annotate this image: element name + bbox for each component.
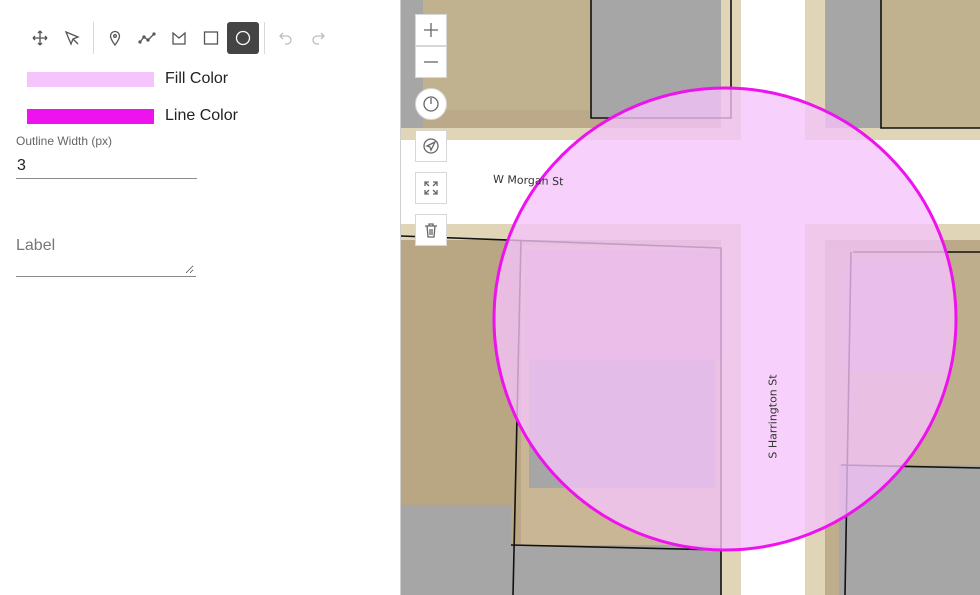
rectangle-tool-button[interactable]	[195, 22, 227, 54]
polygon-icon	[172, 31, 186, 45]
redo-icon	[312, 32, 325, 45]
draw-toolbar	[24, 22, 334, 54]
draw-panel: Fill Color Line Color Outline Width (px)…	[0, 0, 400, 595]
line-color-swatch[interactable]	[27, 108, 154, 124]
move-tool-button[interactable]	[24, 22, 56, 54]
outline-width-input[interactable]	[16, 154, 197, 179]
compass-icon	[423, 96, 439, 112]
polygon-tool-button[interactable]	[163, 22, 195, 54]
fullscreen-button[interactable]	[415, 172, 447, 204]
fill-color-row: Fill Color	[27, 70, 228, 88]
street-label-harrington: S Harrington St	[766, 374, 780, 459]
map-canvas[interactable]	[401, 0, 980, 595]
zoom-out-button[interactable]	[415, 46, 447, 78]
map-view[interactable]: W Morgan St S Harrington St	[400, 0, 980, 595]
undo-button[interactable]	[270, 22, 302, 54]
building	[401, 505, 511, 595]
building	[826, 0, 881, 128]
building	[511, 545, 721, 595]
redo-button[interactable]	[302, 22, 334, 54]
circle-icon	[235, 30, 251, 46]
fullscreen-icon	[424, 181, 438, 195]
outline-width-label: Outline Width (px)	[16, 134, 113, 148]
fill-color-swatch[interactable]	[27, 71, 154, 87]
delete-icon	[425, 223, 437, 238]
line-color-label: Line Color	[165, 107, 238, 124]
zoom-in-icon	[424, 23, 438, 37]
locate-button[interactable]	[415, 130, 447, 162]
point-marker-icon	[109, 30, 121, 47]
select-arrow-icon	[64, 30, 80, 46]
toolbar-divider	[264, 22, 265, 54]
rectangle-icon	[203, 31, 219, 45]
line-color-row: Line Color	[27, 107, 238, 125]
street-label-morgan: W Morgan St	[492, 172, 564, 189]
label-textarea[interactable]	[16, 232, 194, 274]
zoom-out-icon	[424, 61, 438, 63]
label-field: Label	[16, 232, 196, 277]
compass-button[interactable]	[415, 88, 447, 120]
drawn-circle-shape[interactable]	[492, 86, 958, 552]
select-tool-button[interactable]	[56, 22, 88, 54]
zoom-in-button[interactable]	[415, 14, 447, 46]
locate-icon	[423, 138, 439, 154]
polyline-tool-button[interactable]	[131, 22, 163, 54]
toolbar-divider	[93, 22, 94, 54]
delete-shape-button[interactable]	[415, 214, 447, 246]
circle-tool-button[interactable]	[227, 22, 259, 54]
polyline-icon	[138, 32, 156, 44]
move-icon	[32, 30, 48, 46]
undo-icon	[279, 32, 292, 45]
fill-color-label: Fill Color	[165, 70, 229, 87]
point-tool-button[interactable]	[99, 22, 131, 54]
